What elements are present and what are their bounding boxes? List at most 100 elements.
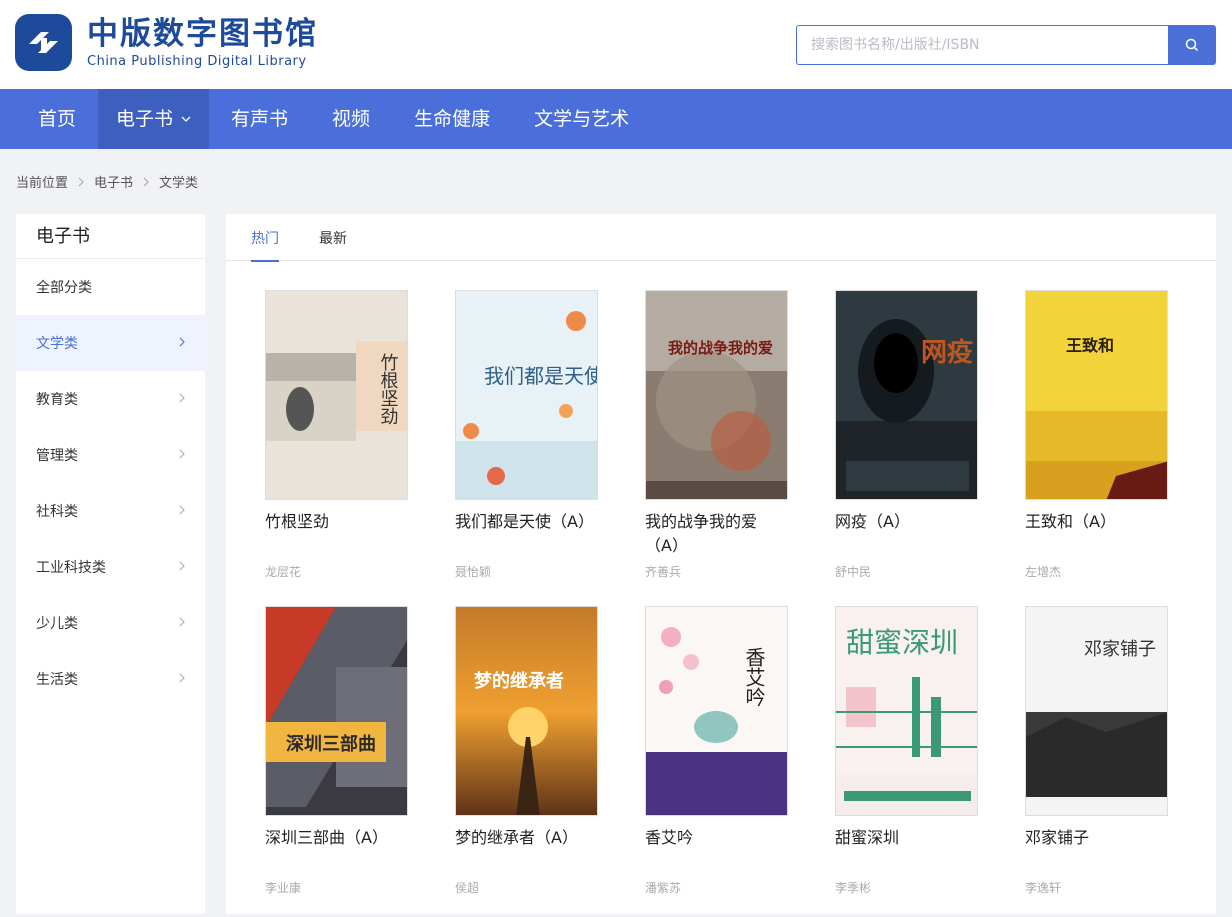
tab-latest[interactable]: 最新 bbox=[319, 214, 347, 261]
search-button[interactable] bbox=[1168, 25, 1216, 65]
book-author: 侯超 bbox=[455, 881, 480, 895]
book-cover[interactable]: 深圳三部曲 bbox=[265, 606, 408, 816]
logo-title-cn: 中版数字图书馆 bbox=[87, 16, 318, 52]
book-card: 甜蜜深圳 甜蜜深圳 bbox=[835, 606, 995, 850]
book-author: 齐善兵 bbox=[645, 565, 682, 579]
chevron-right-icon bbox=[179, 335, 185, 351]
chevron-right-icon bbox=[179, 391, 185, 407]
book-card: 王致和 王致和（A） bbox=[1025, 290, 1185, 534]
sidebar-item-lifestyle[interactable]: 生活类 bbox=[16, 651, 205, 707]
sidebar-item-social-science[interactable]: 社科类 bbox=[16, 483, 205, 539]
chevron-right-icon bbox=[179, 671, 185, 687]
logo-mark-icon bbox=[15, 14, 72, 71]
book-title[interactable]: 邓家铺子 bbox=[1025, 826, 1175, 850]
book-title[interactable]: 梦的继承者（A） bbox=[455, 826, 605, 850]
book-author: 潘紫苏 bbox=[645, 881, 682, 895]
book-cover[interactable]: 梦的继承者 bbox=[455, 606, 598, 816]
book-author: 李业康 bbox=[265, 881, 302, 895]
svg-text:竹根坚劲: 竹根坚劲 bbox=[378, 353, 399, 425]
chevron-right-icon bbox=[78, 177, 84, 187]
book-cover[interactable]: 网疫 bbox=[835, 290, 978, 500]
book-title[interactable]: 竹根坚劲 bbox=[265, 510, 415, 534]
book-author: 舒中民 bbox=[835, 565, 872, 579]
tab-popular[interactable]: 热门 bbox=[251, 214, 279, 262]
book-cover[interactable]: 邓家铺子 bbox=[1025, 606, 1168, 816]
sidebar-item-label: 工业科技类 bbox=[36, 560, 106, 576]
site-logo[interactable]: 中版数字图书馆 China Publishing Digital Library bbox=[15, 14, 318, 71]
book-title[interactable]: 我们都是天使（A） bbox=[455, 510, 605, 534]
sidebar-item-children[interactable]: 少儿类 bbox=[16, 595, 205, 651]
sidebar-item-label: 全部分类 bbox=[36, 280, 92, 296]
sidebar-item-literature[interactable]: 文学类 bbox=[16, 315, 205, 371]
book-title[interactable]: 香艾吟 bbox=[645, 826, 795, 850]
nav-item-literature-art[interactable]: 文学与艺术 bbox=[512, 89, 651, 149]
svg-text:香艾吟: 香艾吟 bbox=[742, 647, 766, 707]
svg-text:王致和: 王致和 bbox=[1066, 336, 1114, 355]
book-title[interactable]: 网疫（A） bbox=[835, 510, 985, 534]
sidebar-item-education[interactable]: 教育类 bbox=[16, 371, 205, 427]
svg-text:深圳三部曲: 深圳三部曲 bbox=[286, 733, 376, 755]
sidebar-item-label: 少儿类 bbox=[36, 616, 78, 632]
nav-item-label: 文学与艺术 bbox=[534, 108, 630, 130]
svg-text:梦的继承者: 梦的继承者 bbox=[474, 670, 564, 692]
chevron-down-icon bbox=[181, 116, 191, 122]
book-list-panel: 热门 最新 竹根坚劲 竹根坚劲 龙层花 我们都是天使 我们都是天使（A） 聂怡颖… bbox=[226, 214, 1216, 914]
book-title[interactable]: 深圳三部曲（A） bbox=[265, 826, 415, 850]
breadcrumb-current: 文学类 bbox=[159, 176, 199, 191]
book-author: 聂怡颖 bbox=[455, 565, 492, 579]
nav-item-label: 电子书 bbox=[116, 108, 174, 130]
nav-item-audiobooks[interactable]: 有声书 bbox=[209, 89, 310, 149]
svg-text:我们都是天使: 我们都是天使 bbox=[484, 364, 598, 388]
book-cover[interactable]: 香艾吟 bbox=[645, 606, 788, 816]
svg-text:甜蜜深圳: 甜蜜深圳 bbox=[846, 626, 958, 659]
book-title[interactable]: 王致和（A） bbox=[1025, 510, 1175, 534]
nav-item-label: 有声书 bbox=[231, 108, 289, 130]
nav-item-video[interactable]: 视频 bbox=[310, 89, 392, 149]
search-bar bbox=[796, 25, 1216, 65]
nav-item-label: 视频 bbox=[332, 108, 371, 130]
book-card: 我们都是天使 我们都是天使（A） bbox=[455, 290, 615, 534]
sidebar-item-management[interactable]: 管理类 bbox=[16, 427, 205, 483]
chevron-right-icon bbox=[179, 615, 185, 631]
search-icon bbox=[1185, 38, 1199, 52]
book-card: 竹根坚劲 竹根坚劲 bbox=[265, 290, 425, 534]
book-cover[interactable]: 王致和 bbox=[1025, 290, 1168, 500]
book-author: 李季彬 bbox=[835, 881, 872, 895]
nav-item-home[interactable]: 首页 bbox=[0, 89, 98, 149]
book-cover[interactable]: 竹根坚劲 bbox=[265, 290, 408, 500]
logo-title-en: China Publishing Digital Library bbox=[87, 54, 307, 69]
breadcrumb-ebooks[interactable]: 电子书 bbox=[94, 172, 133, 191]
svg-text:网疫: 网疫 bbox=[921, 337, 973, 368]
book-cover[interactable]: 我的战争我的爱 bbox=[645, 290, 788, 500]
book-title[interactable]: 甜蜜深圳 bbox=[835, 826, 985, 850]
book-card: 梦的继承者 梦的继承者（A） bbox=[455, 606, 615, 850]
book-card: 香艾吟 香艾吟 bbox=[645, 606, 805, 850]
sidebar-item-industrial-tech[interactable]: 工业科技类 bbox=[16, 539, 205, 595]
nav-item-ebooks[interactable]: 电子书 bbox=[98, 89, 210, 149]
svg-text:邓家铺子: 邓家铺子 bbox=[1084, 639, 1156, 660]
nav-item-label: 首页 bbox=[38, 108, 77, 130]
search-input[interactable] bbox=[796, 25, 1168, 65]
book-author: 李逸轩 bbox=[1025, 881, 1062, 895]
sidebar-title: 电子书 bbox=[16, 214, 205, 259]
book-cover[interactable]: 我们都是天使 bbox=[455, 290, 598, 500]
book-cover[interactable]: 甜蜜深圳 bbox=[835, 606, 978, 816]
svg-text:我的战争我的爱: 我的战争我的爱 bbox=[668, 339, 773, 357]
breadcrumb-label: 当前位置 bbox=[16, 176, 69, 191]
sort-tabs: 热门 最新 bbox=[226, 214, 1216, 262]
book-author: 龙层花 bbox=[265, 565, 302, 579]
breadcrumb: 当前位置 电子书 文学类 bbox=[16, 172, 198, 191]
book-card: 深圳三部曲 深圳三部曲（A） bbox=[265, 606, 425, 850]
book-card: 我的战争我的爱 我的战争我的爱（A） bbox=[645, 290, 805, 558]
book-author: 左增杰 bbox=[1025, 565, 1062, 579]
book-card: 邓家铺子 邓家铺子 bbox=[1025, 606, 1185, 850]
nav-item-health[interactable]: 生命健康 bbox=[392, 89, 512, 149]
sidebar-item-label: 生活类 bbox=[36, 672, 78, 688]
sidebar-item-label: 教育类 bbox=[36, 392, 78, 408]
chevron-right-icon bbox=[179, 447, 185, 463]
sidebar-item-all[interactable]: 全部分类 bbox=[16, 259, 205, 315]
sidebar-item-label: 管理类 bbox=[36, 448, 78, 464]
chevron-right-icon bbox=[179, 559, 185, 575]
category-sidebar: 电子书 全部分类 文学类 教育类 管理类 社科类 工业科技类 少儿类 生活类 bbox=[16, 214, 205, 914]
book-title[interactable]: 我的战争我的爱（A） bbox=[645, 510, 775, 558]
